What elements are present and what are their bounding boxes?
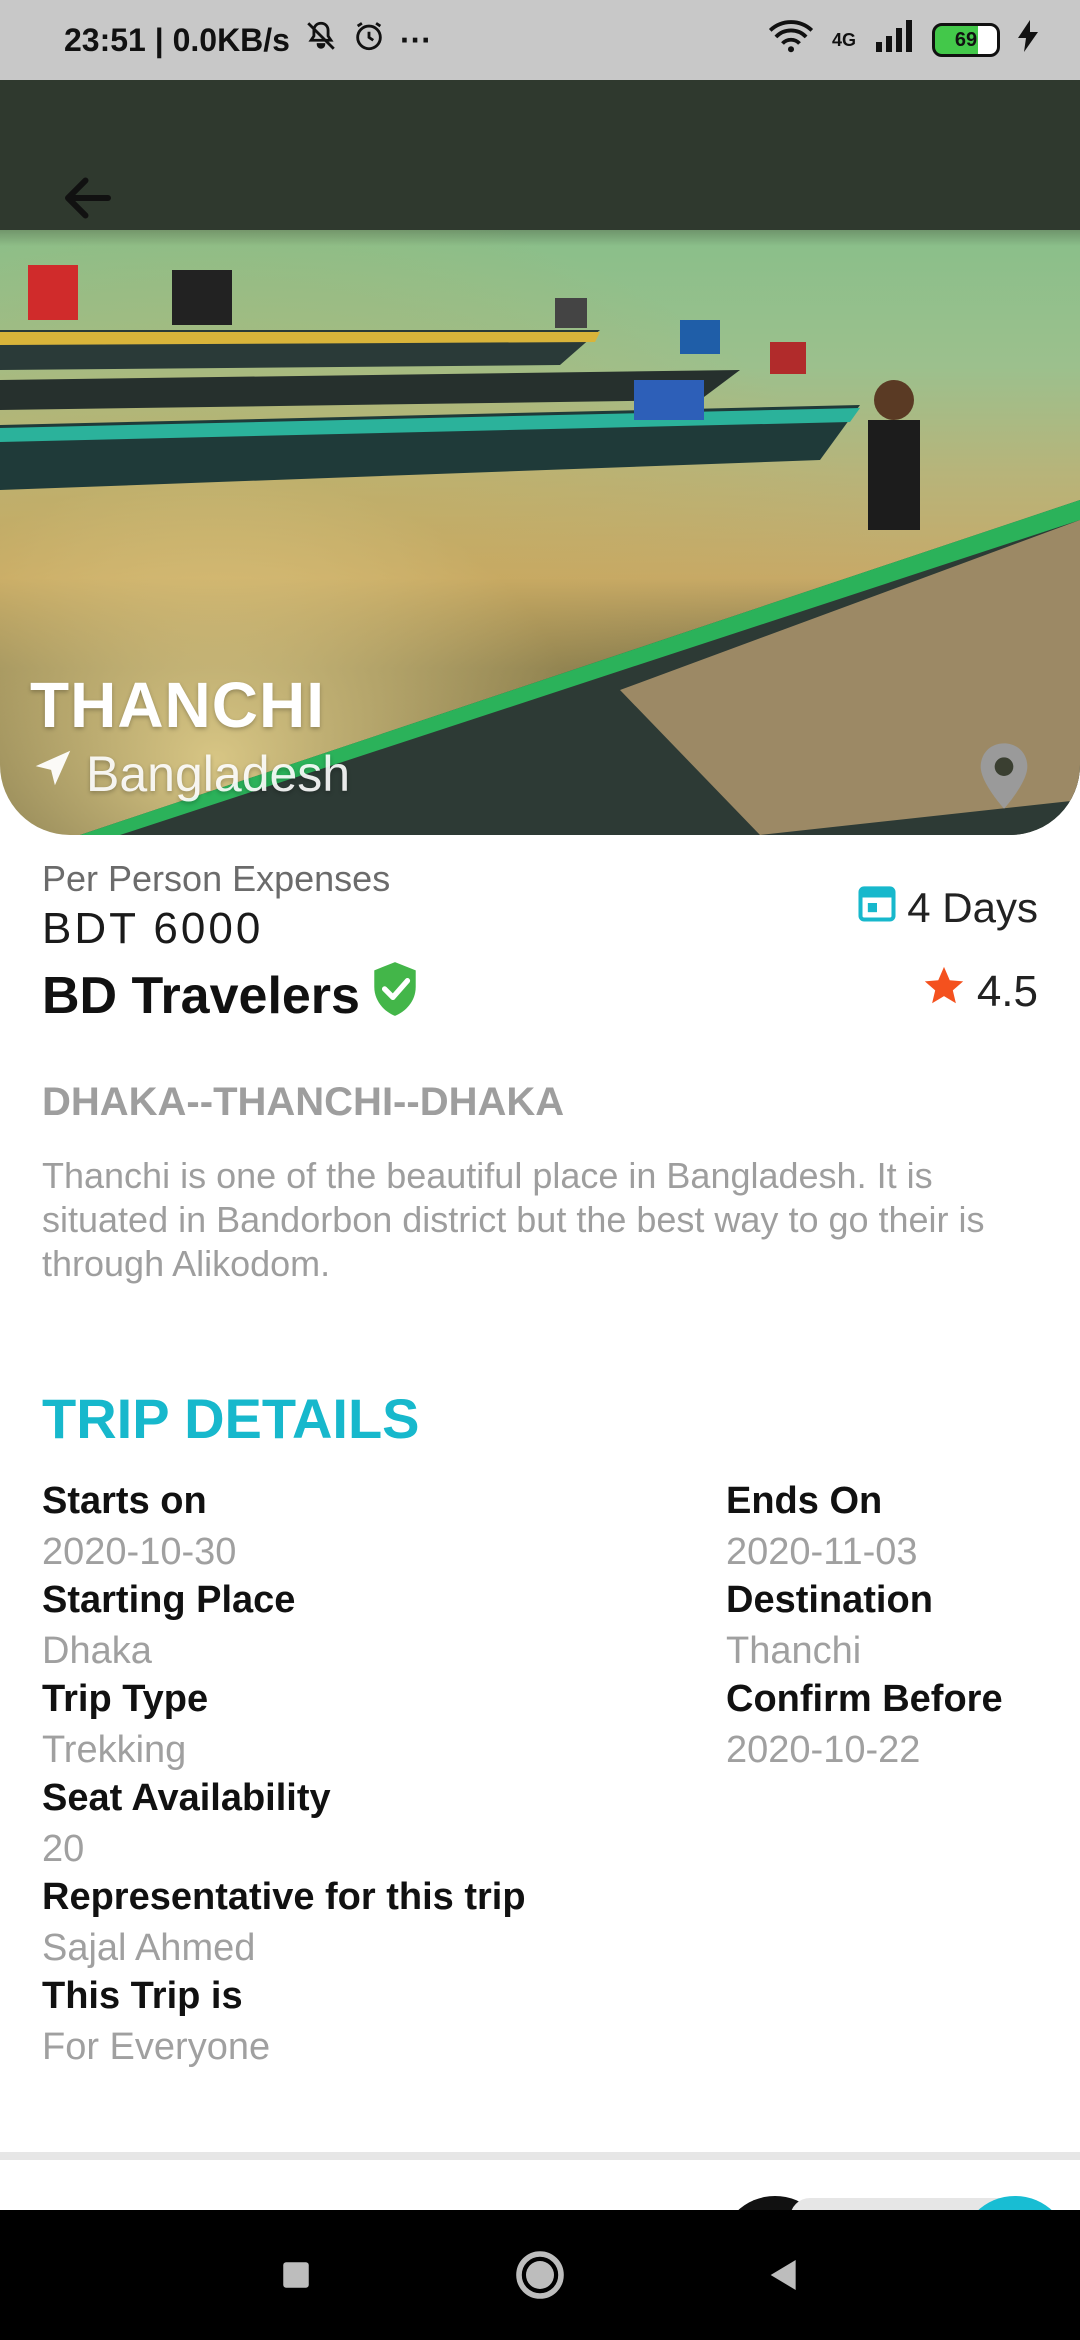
trip-summary: Per Person Expenses BDT 6000 BD Traveler… [42, 858, 642, 1031]
section-divider [0, 2152, 1080, 2160]
country-label: Bangladesh [86, 746, 351, 802]
field-label: This Trip is [42, 1975, 243, 2017]
field-value: 20 [42, 1828, 85, 1870]
field-label: Starts on [42, 1480, 207, 1522]
status-time-speed: 23:51 | 0.0KB/s [64, 21, 290, 58]
status-right: 4G 69 [768, 19, 1038, 61]
field-value: 2020-10-30 [42, 1531, 237, 1573]
field-label: Starting Place [42, 1579, 296, 1621]
circle-icon [516, 2251, 564, 2299]
field-label: Ends On [726, 1480, 883, 1522]
verified-shield-icon [370, 960, 420, 1031]
description: Thanchi is one of the beautiful place in… [42, 1155, 985, 1284]
square-icon [283, 2262, 309, 2288]
field-value: Thanchi [726, 1630, 862, 1672]
battery-indicator: 69 [932, 23, 1000, 57]
recents-button[interactable] [264, 2243, 328, 2307]
more-dots: ··· [399, 21, 432, 58]
field-label: Trip Type [42, 1678, 209, 1720]
calendar-icon [855, 880, 899, 936]
field-value: 2020-11-03 [726, 1531, 918, 1573]
agency[interactable]: BD Travelers [42, 960, 642, 1031]
navigation-arrow-icon [30, 745, 76, 803]
expense-label: Per Person Expenses [42, 858, 391, 899]
arrow-left-icon [65, 177, 111, 219]
alarm-icon [352, 19, 386, 61]
system-navigation-bar [0, 2210, 1080, 2340]
days-label: 4 Days [907, 884, 1038, 931]
field-confirm-before: Confirm Before 2020-10-22 [726, 1678, 1003, 1772]
field-representative: Representative for this trip Sajal Ahmed [42, 1876, 526, 1970]
field-label: Representative for this trip [42, 1876, 526, 1918]
field-audience: This Trip is For Everyone [42, 1975, 270, 2069]
back-nav-button[interactable] [752, 2243, 816, 2307]
field-label: Confirm Before [726, 1678, 1003, 1720]
field-value: 2020-10-22 [726, 1729, 921, 1771]
agency-name: BD Travelers [42, 966, 360, 1025]
triangle-back-icon [770, 2260, 796, 2290]
field-label: Seat Availability [42, 1777, 331, 1819]
signal-icon [874, 19, 914, 61]
status-left: 23:51 | 0.0KB/s ··· [64, 19, 432, 61]
wifi-icon [768, 19, 814, 61]
star-icon [921, 963, 967, 1020]
trip-details-title: TRIP DETAILS [42, 1387, 420, 1450]
field-destination: Destination Thanchi [726, 1579, 933, 1673]
rating-value: 4.5 [976, 966, 1038, 1016]
field-ends-on: Ends On 2020-11-03 [726, 1480, 918, 1574]
field-starts-on: Starts on 2020-10-30 [42, 1480, 236, 1574]
field-seat-availability: Seat Availability 20 [42, 1777, 331, 1871]
field-value: For Everyone [42, 2026, 271, 2068]
field-value: Dhaka [42, 1630, 152, 1672]
destination-country: Bangladesh [30, 745, 350, 803]
field-value: Sajal Ahmed [42, 1927, 256, 1969]
battery-percent: 69 [954, 28, 978, 51]
back-button[interactable] [40, 150, 136, 246]
trip-duration: 4 Days [855, 880, 1038, 936]
network-label: 4G [831, 29, 856, 50]
field-starting-place: Starting Place Dhaka [42, 1579, 295, 1673]
route: DHAKA--THANCHI--DHAKA [42, 1080, 565, 1124]
field-trip-type: Trip Type Trekking [42, 1678, 208, 1772]
field-label: Destination [726, 1579, 933, 1621]
location-pin-button[interactable] [976, 740, 1032, 812]
mute-bell-icon [304, 19, 338, 61]
location-pin-icon [980, 743, 1028, 809]
field-value: Trekking [42, 1729, 187, 1771]
charging-icon [1018, 20, 1038, 60]
rating: 4.5 [921, 963, 1038, 1020]
hero-image: THANCHI Bangladesh [0, 80, 1080, 835]
home-button[interactable] [508, 2243, 572, 2307]
destination-title: THANCHI [30, 669, 325, 741]
status-bar: 23:51 | 0.0KB/s ··· 4G 69 [0, 0, 1080, 80]
price: BDT 6000 [42, 904, 264, 953]
